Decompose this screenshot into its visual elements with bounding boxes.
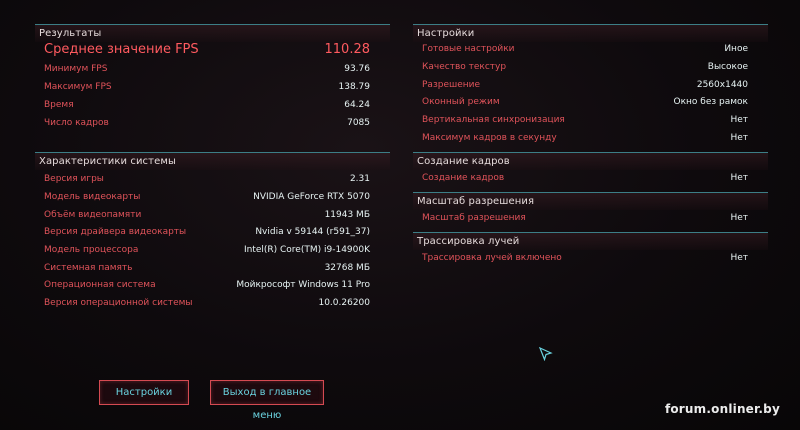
res-scaling-panel: Масштаб разрешения Масштаб разрешения Не… bbox=[413, 192, 768, 230]
res-scaling-header: Масштаб разрешения bbox=[413, 192, 768, 210]
settings-row-resolution: Разрешение 2560x1440 bbox=[422, 78, 748, 94]
row-label: Создание кадров bbox=[422, 173, 505, 183]
settings-title: Настройки bbox=[417, 28, 475, 39]
row-value: 64.24 bbox=[344, 100, 370, 110]
row-label: Масштаб разрешения bbox=[422, 213, 526, 223]
frame-gen-row: Создание кадров Нет bbox=[422, 171, 748, 187]
main-menu-button[interactable]: Выход в главное меню bbox=[210, 380, 324, 421]
row-value: Окно без рамок bbox=[673, 97, 748, 107]
row-value: 110.28 bbox=[324, 42, 371, 57]
row-value: Intel(R) Core(TM) i9-14900K bbox=[243, 245, 370, 255]
row-value: Nvidia v 59144 (r591_37) bbox=[255, 227, 370, 237]
row-label: Вертикальная синхронизация bbox=[422, 115, 565, 125]
ray-tracing-title: Трассировка лучей bbox=[417, 236, 520, 247]
row-label: Минимум FPS bbox=[44, 64, 108, 74]
res-scaling-row: Масштаб разрешения Нет bbox=[422, 211, 748, 227]
row-label: Модель процессора bbox=[44, 245, 139, 255]
system-row-gpu: Модель видеокарты NVIDIA GeForce RTX 507… bbox=[44, 190, 370, 206]
system-row-cpu: Модель процессора Intel(R) Core(TM) i9-1… bbox=[44, 243, 370, 259]
system-title: Характеристики системы bbox=[39, 156, 176, 167]
row-label: Версия драйвера видеокарты bbox=[44, 227, 187, 237]
ray-tracing-header: Трассировка лучей bbox=[413, 232, 768, 250]
row-label: Число кадров bbox=[44, 118, 109, 128]
cursor-arrow-icon bbox=[539, 347, 553, 361]
system-panel: Характеристики системы Версия игры 2.31 … bbox=[35, 152, 390, 317]
row-value: Высокое bbox=[707, 62, 748, 72]
settings-button[interactable]: Настройки bbox=[99, 380, 189, 405]
settings-row-max-fps: Максимум кадров в секунду Нет bbox=[422, 131, 748, 147]
row-value: Нет bbox=[730, 115, 748, 125]
row-label: Готовые настройки bbox=[422, 44, 515, 54]
results-header: Результаты bbox=[35, 24, 390, 42]
system-row-os-version: Версия операционной системы 10.0.26200 bbox=[44, 296, 370, 312]
results-row-min-fps: Минимум FPS 93.76 bbox=[44, 62, 370, 78]
results-row-time: Время 64.24 bbox=[44, 98, 370, 114]
row-value: 2560x1440 bbox=[696, 80, 748, 90]
ray-tracing-panel: Трассировка лучей Трассировка лучей вклю… bbox=[413, 232, 768, 270]
ray-tracing-row: Трассировка лучей включено Нет bbox=[422, 251, 748, 267]
row-value: 138.79 bbox=[338, 82, 371, 92]
settings-row-window-mode: Оконный режим Окно без рамок bbox=[422, 95, 748, 111]
row-label: Версия игры bbox=[44, 174, 104, 184]
row-value: Иное bbox=[724, 44, 748, 54]
watermark: forum.onliner.by bbox=[664, 402, 780, 416]
row-label: Версия операционной системы bbox=[44, 298, 193, 308]
row-label: Разрешение bbox=[422, 80, 481, 90]
row-label: Максимум FPS bbox=[44, 82, 112, 92]
system-row-driver: Версия драйвера видеокарты Nvidia v 5914… bbox=[44, 225, 370, 241]
frame-gen-header: Создание кадров bbox=[413, 152, 768, 170]
settings-row-preset: Готовые настройки Иное bbox=[422, 42, 748, 58]
system-row-ram: Системная память 32768 МБ bbox=[44, 261, 370, 277]
row-value: Нет bbox=[730, 253, 748, 263]
settings-row-vsync: Вертикальная синхронизация Нет bbox=[422, 113, 748, 129]
settings-header: Настройки bbox=[413, 24, 768, 42]
system-header: Характеристики системы bbox=[35, 152, 390, 170]
system-row-os: Операционная система Мойкрософт Windows … bbox=[44, 278, 370, 294]
row-value: Нет bbox=[730, 213, 748, 223]
frame-gen-title: Создание кадров bbox=[417, 156, 510, 167]
row-label: Трассировка лучей включено bbox=[422, 253, 562, 263]
results-row-frames: Число кадров 7085 bbox=[44, 116, 370, 132]
row-label: Модель видеокарты bbox=[44, 192, 141, 202]
system-row-vram: Объём видеопамяти 11943 МБ bbox=[44, 208, 370, 224]
row-value: NVIDIA GeForce RTX 5070 bbox=[253, 192, 370, 202]
results-panel: Результаты Среднее значение FPS 110.28 М… bbox=[35, 24, 390, 134]
frame-gen-panel: Создание кадров Создание кадров Нет bbox=[413, 152, 768, 190]
row-value: 32768 МБ bbox=[324, 263, 370, 273]
row-value: 93.76 bbox=[344, 64, 370, 74]
row-label: Максимум кадров в секунду bbox=[422, 133, 557, 143]
row-label: Системная память bbox=[44, 263, 133, 273]
results-title: Результаты bbox=[39, 28, 102, 39]
system-row-game-version: Версия игры 2.31 bbox=[44, 172, 370, 188]
row-value: 7085 bbox=[347, 118, 370, 128]
row-label: Операционная система bbox=[44, 280, 156, 290]
row-value: 10.0.26200 bbox=[318, 298, 370, 308]
row-label: Время bbox=[44, 100, 74, 110]
row-value: 11943 МБ bbox=[324, 210, 370, 220]
row-label: Среднее значение FPS bbox=[44, 42, 199, 57]
row-label: Оконный режим bbox=[422, 97, 500, 107]
row-label: Объём видеопамяти bbox=[44, 210, 142, 220]
row-value: Мойкрософт Windows 11 Pro bbox=[236, 280, 370, 290]
res-scaling-title: Масштаб разрешения bbox=[417, 196, 535, 207]
row-value: Нет bbox=[730, 133, 748, 143]
row-value: 2.31 bbox=[349, 174, 370, 184]
results-row-avg-fps: Среднее значение FPS 110.28 bbox=[44, 42, 370, 58]
settings-row-textures: Качество текстур Высокое bbox=[422, 60, 748, 76]
results-row-max-fps: Максимум FPS 138.79 bbox=[44, 80, 370, 96]
settings-panel: Настройки Готовые настройки Иное Качеств… bbox=[413, 24, 768, 149]
row-value: Нет bbox=[730, 173, 748, 183]
row-label: Качество текстур bbox=[422, 62, 507, 72]
